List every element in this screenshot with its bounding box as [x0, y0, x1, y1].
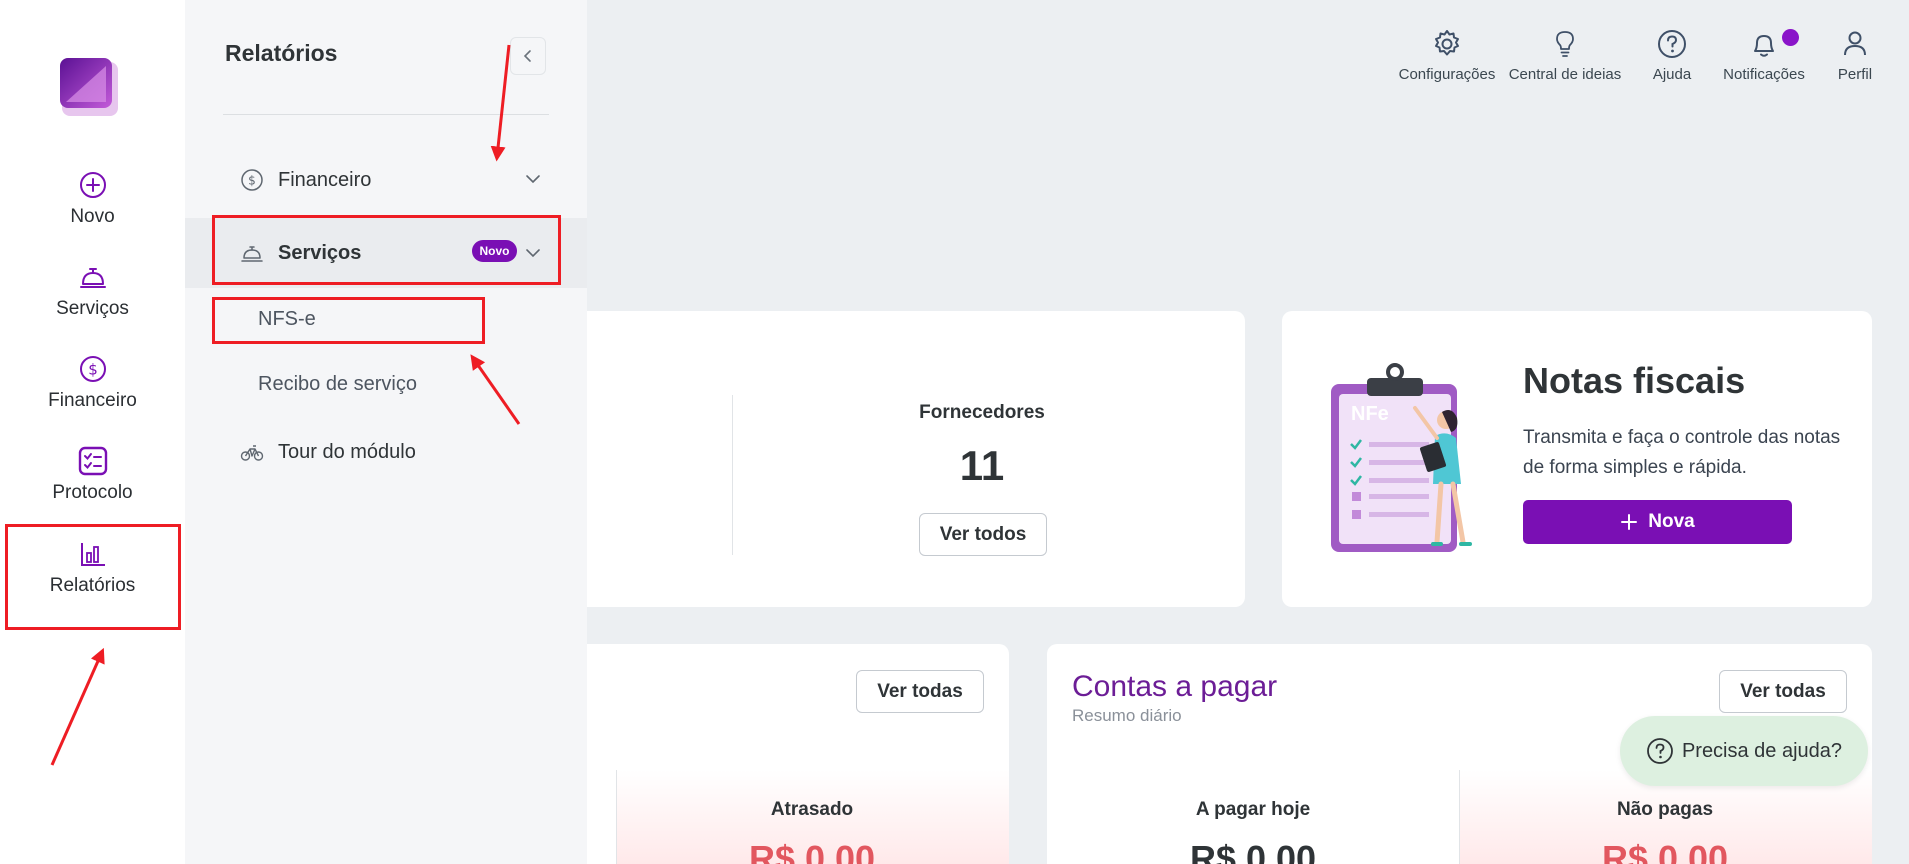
notification-dot: [1782, 29, 1799, 46]
plus-icon: [1621, 514, 1638, 530]
header-notificacoes[interactable]: Notificações: [1717, 28, 1811, 83]
rail-item-label: Financeiro: [48, 390, 137, 411]
rail-item-label: Serviços: [56, 298, 129, 319]
clipboard-illustration: NFe: [1331, 363, 1472, 552]
question-circle-icon: [1647, 738, 1673, 764]
panel-divider: [223, 114, 549, 115]
rail-item-servicos[interactable]: Serviços: [0, 262, 185, 320]
rail-item-protocolo[interactable]: Protocolo: [0, 446, 185, 504]
question-circle-icon: [1658, 30, 1686, 58]
card-separator: [1459, 770, 1460, 864]
header-label: Ajuda: [1652, 66, 1692, 83]
card-separator: [732, 395, 733, 555]
card-separator: [616, 770, 617, 864]
checklist-icon: [78, 446, 107, 476]
icon-rail: Novo Serviços $ Financeiro Protocolo Rel…: [0, 0, 185, 864]
atrasado-value: R$ 0,00: [748, 838, 876, 864]
chevron-down-icon: [526, 175, 540, 184]
header-configuracoes[interactable]: Configurações: [1382, 28, 1512, 83]
header-label: Central de ideias: [1508, 66, 1622, 83]
rail-item-novo[interactable]: Novo: [0, 170, 185, 228]
header-label: Perfil: [1837, 66, 1873, 83]
bell-icon: [1754, 35, 1774, 57]
menu-label: Tour do módulo: [278, 440, 416, 463]
annotation-box-nfse: [212, 297, 485, 344]
panel-title: Relatórios: [225, 40, 338, 66]
annotation-box-relatorios: [5, 524, 181, 630]
svg-text:$: $: [248, 174, 256, 188]
menu-tour[interactable]: Tour do módulo: [185, 420, 587, 484]
rail-item-label: Protocolo: [52, 482, 133, 503]
bicycle-icon: [240, 445, 264, 461]
contas-pagar-subtitle: Resumo diário: [1072, 706, 1182, 725]
ver-todos-fornecedores-button[interactable]: Ver todos: [919, 513, 1047, 556]
dollar-circle-icon: $: [79, 356, 106, 382]
help-chat-label: Precisa de ajuda?: [1681, 739, 1843, 762]
svg-text:$: $: [88, 361, 98, 379]
rail-item-label: Novo: [70, 206, 115, 227]
nao-pagas-label: Não pagas: [1616, 799, 1714, 820]
fornecedores-count: 11: [959, 442, 1005, 489]
nao-pagas-value: R$ 0,00: [1601, 838, 1729, 864]
header-label: Configurações: [1398, 66, 1496, 83]
header-ajuda[interactable]: Ajuda: [1640, 28, 1704, 83]
lightbulb-icon: [1556, 31, 1574, 57]
menu-financeiro[interactable]: $ Financeiro: [185, 148, 587, 212]
header-label: Notificações: [1723, 66, 1805, 83]
ver-todas-pagar-button[interactable]: Ver todas: [1719, 670, 1847, 713]
dollar-circle-icon: $: [241, 169, 263, 191]
gear-icon: [1435, 30, 1459, 56]
submenu-item-recibo[interactable]: Recibo de serviço: [258, 373, 417, 396]
nova-nota-button[interactable]: Nova: [1523, 500, 1792, 544]
app-logo[interactable]: [60, 58, 122, 118]
annotation-box-servicos: [212, 215, 561, 285]
header-perfil[interactable]: Perfil: [1830, 28, 1880, 83]
notas-fiscais-title: Notas fiscais: [1523, 360, 1746, 401]
service-bell-icon: [79, 268, 106, 288]
help-chat-button[interactable]: Precisa de ajuda?: [1620, 716, 1868, 786]
a-pagar-hoje-value: R$ 0,00: [1189, 838, 1317, 864]
a-pagar-hoje-label: A pagar hoje: [1195, 799, 1311, 820]
plus-circle-icon: [79, 172, 106, 198]
header-central-ideias[interactable]: Central de ideias: [1508, 28, 1622, 83]
notas-fiscais-description: Transmita e faça o controle das notas de…: [1523, 427, 1841, 478]
user-icon: [1844, 31, 1866, 56]
contas-pagar-title: Contas a pagar: [1072, 670, 1278, 703]
clipboard-illustration-label: NFe: [1351, 403, 1389, 425]
menu-label: Financeiro: [278, 168, 372, 191]
ver-todas-receber-button[interactable]: Ver todas: [856, 670, 984, 713]
fornecedores-label: Fornecedores: [919, 402, 1045, 423]
chevron-left-icon: [523, 50, 531, 62]
rail-item-financeiro[interactable]: $ Financeiro: [0, 354, 185, 412]
atrasado-label: Atrasado: [770, 799, 854, 820]
nova-nota-label: Nova: [1648, 511, 1695, 532]
collapse-panel-button[interactable]: [510, 37, 546, 75]
